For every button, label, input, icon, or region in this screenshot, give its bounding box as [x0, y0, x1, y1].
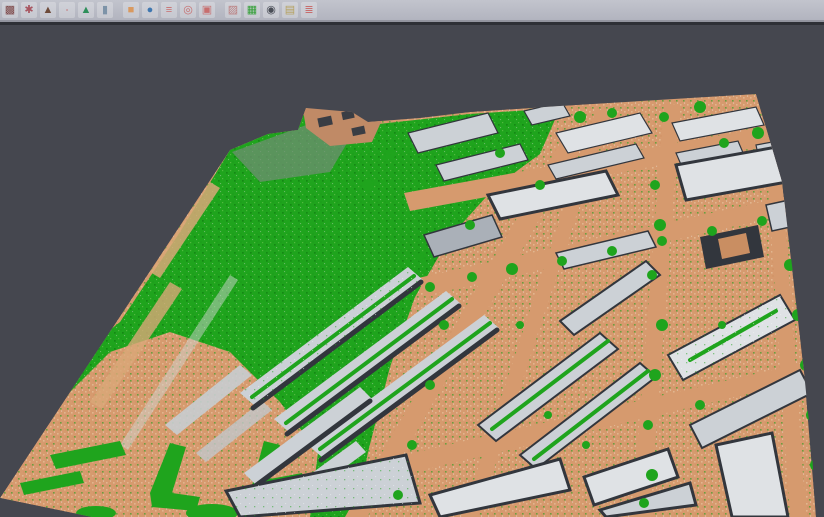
histogram-icon[interactable]: ≣	[301, 2, 317, 18]
column-icon: ▮	[102, 5, 108, 16]
ground-tile-icon: ■	[128, 5, 135, 16]
terrain-mound-icon: ▲	[43, 5, 54, 16]
ground-tile-icon[interactable]: ■	[123, 2, 139, 18]
point-cloud-icon: ▩	[5, 5, 15, 16]
film-label-icon[interactable]: ▤	[282, 2, 298, 18]
selection-brackets-icon[interactable]: ▣	[199, 2, 215, 18]
scatter-points-icon: ✱	[24, 5, 33, 16]
selection-brackets-icon: ▣	[202, 5, 212, 16]
column-icon[interactable]: ▮	[97, 2, 113, 18]
gear-target-icon[interactable]: ◎	[180, 2, 196, 18]
scatter-points-icon[interactable]: ✱	[21, 2, 37, 18]
film-label-icon: ▤	[285, 5, 295, 16]
sparse-points-icon: ∙	[65, 5, 68, 16]
vegetation-hill-icon: ▲	[81, 5, 92, 16]
terrain-mound-icon[interactable]: ▲	[40, 2, 56, 18]
measure-icon[interactable]: ▨	[225, 2, 241, 18]
camera-icon: ◉	[266, 5, 276, 16]
classification-icon: ▦	[247, 5, 257, 16]
vegetation-hill-icon[interactable]: ▲	[78, 2, 94, 18]
layers-list-icon[interactable]: ≡	[161, 2, 177, 18]
globe-icon[interactable]: ●	[142, 2, 158, 18]
layers-list-icon: ≡	[166, 5, 172, 16]
3d-viewport[interactable]	[0, 25, 824, 517]
camera-icon[interactable]: ◉	[263, 2, 279, 18]
globe-icon: ●	[147, 5, 154, 16]
histogram-icon: ≣	[304, 5, 313, 16]
measure-icon: ▨	[228, 5, 238, 16]
sparse-points-icon[interactable]: ∙	[59, 2, 75, 18]
main-toolbar: ▩ ✱ ▲ ∙ ▲ ▮ ■ ● ≡ ◎ ▣ ▨ ▦ ◉ ▤ ≣	[0, 0, 824, 22]
point-cloud-scene	[0, 25, 824, 517]
point-cloud-icon[interactable]: ▩	[2, 2, 18, 18]
classification-icon[interactable]: ▦	[244, 2, 260, 18]
gear-target-icon: ◎	[183, 5, 193, 16]
